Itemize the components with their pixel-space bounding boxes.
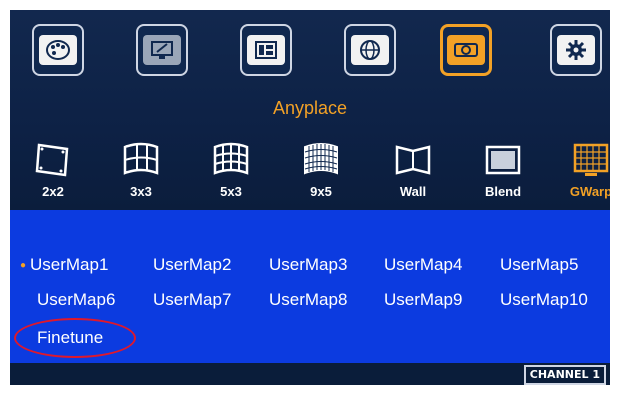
mode-2x2[interactable]: 2x2 — [18, 140, 88, 199]
channel-badge: CHANNEL 1 — [523, 365, 606, 385]
mode-row: 2x2 3x3 5x3 9x5 Wall Blend GWarp — [10, 140, 610, 210]
mode-blend[interactable]: Blend — [468, 140, 538, 199]
status-bar: CHANNEL 1 — [10, 363, 610, 385]
mode-label: 2x2 — [42, 184, 64, 199]
user-map-6[interactable]: UserMap6 — [37, 290, 115, 310]
grid-3x3-icon — [106, 140, 176, 180]
mode-label: 5x3 — [220, 184, 242, 199]
mode-gwarp[interactable]: GWarp — [556, 140, 610, 199]
mode-label: 9x5 — [310, 184, 332, 199]
gear-icon[interactable] — [550, 24, 602, 76]
user-map-8[interactable]: UserMap8 — [269, 290, 347, 310]
top-icon-row — [10, 24, 610, 94]
layout-icon[interactable] — [240, 24, 292, 76]
user-map-2[interactable]: UserMap2 — [153, 255, 231, 275]
mode-9x5[interactable]: 9x5 — [286, 140, 356, 199]
user-map-9[interactable]: UserMap9 — [384, 290, 462, 310]
grid-9x5-icon — [286, 140, 356, 180]
mode-label: Blend — [484, 184, 522, 199]
user-map-5[interactable]: UserMap5 — [500, 255, 578, 275]
projector-icon[interactable] — [440, 24, 492, 76]
user-map-7[interactable]: UserMap7 — [153, 290, 231, 310]
blend-icon — [468, 140, 538, 180]
palette-icon[interactable] — [32, 24, 84, 76]
menu-bar: Anyplace 2x2 3x3 5x3 9x5 Wall Blend GWar… — [10, 10, 610, 210]
wall-icon — [378, 140, 448, 180]
mode-5x3[interactable]: 5x3 — [196, 140, 266, 199]
grid-5x3-icon — [196, 140, 266, 180]
user-map-10[interactable]: UserMap10 — [500, 290, 588, 310]
gwarp-icon — [556, 140, 610, 180]
osd-screen: Anyplace 2x2 3x3 5x3 9x5 Wall Blend GWar… — [10, 10, 610, 385]
user-map-4[interactable]: UserMap4 — [384, 255, 462, 275]
finetune-highlight-circle — [14, 318, 136, 358]
user-map-1[interactable]: UserMap1 — [20, 255, 108, 275]
mode-3x3[interactable]: 3x3 — [106, 140, 176, 199]
user-map-3[interactable]: UserMap3 — [269, 255, 347, 275]
section-title: Anyplace — [272, 98, 348, 118]
mode-label: GWarp — [569, 184, 610, 199]
monitor-settings-icon[interactable] — [136, 24, 188, 76]
mode-wall[interactable]: Wall — [378, 140, 448, 199]
globe-icon[interactable] — [344, 24, 396, 76]
mode-label: Wall — [399, 184, 427, 199]
mode-label: 3x3 — [130, 184, 152, 199]
quad-warp-icon — [18, 140, 88, 180]
user-map-panel: UserMap1 UserMap2 UserMap3 UserMap4 User… — [10, 210, 610, 363]
